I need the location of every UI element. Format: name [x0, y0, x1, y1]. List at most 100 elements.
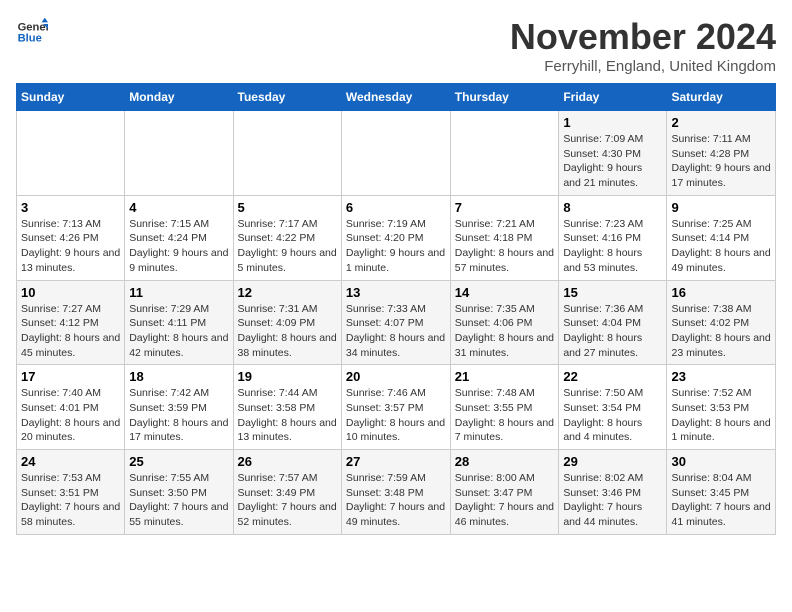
day-info: Sunrise: 7:50 AM Sunset: 3:54 PM Dayligh… [563, 386, 662, 445]
calendar-cell: 5 Sunrise: 7:17 AM Sunset: 4:22 PM Daylig… [233, 195, 341, 280]
calendar-cell: 25Sunrise: 7:55 AM Sunset: 3:50 PM Dayli… [125, 450, 233, 535]
day-number: 19 [238, 369, 337, 384]
day-number: 21 [455, 369, 555, 384]
calendar-cell: 21Sunrise: 7:48 AM Sunset: 3:55 PM Dayli… [450, 365, 559, 450]
day-number: 7 [455, 200, 555, 215]
calendar-cell: 6 Sunrise: 7:19 AM Sunset: 4:20 PM Daylig… [341, 195, 450, 280]
calendar-cell: 11 Sunrise: 7:29 AM Sunset: 4:11 PM Dayli… [125, 280, 233, 365]
day-info: Sunrise: 7:25 AM Sunset: 4:14 PM Dayligh… [671, 217, 771, 276]
calendar-cell: 19Sunrise: 7:44 AM Sunset: 3:58 PM Dayli… [233, 365, 341, 450]
day-number: 22 [563, 369, 662, 384]
header-sunday: Sunday [17, 84, 125, 111]
calendar-cell: 30 Sunrise: 8:04 AM Sunset: 3:45 PM Dayli… [667, 450, 776, 535]
day-info: Sunrise: 7:42 AM Sunset: 3:59 PM Dayligh… [129, 386, 228, 445]
calendar-cell: 8Sunrise: 7:23 AM Sunset: 4:16 PM Daylig… [559, 195, 667, 280]
calendar-cell: 22 Sunrise: 7:50 AM Sunset: 3:54 PM Dayli… [559, 365, 667, 450]
day-number: 29 [563, 454, 662, 469]
day-number: 18 [129, 369, 228, 384]
calendar-cell: 2 Sunrise: 7:11 AM Sunset: 4:28 PM Daylig… [667, 111, 776, 196]
day-number: 28 [455, 454, 555, 469]
day-info: Sunrise: 7:33 AM Sunset: 4:07 PM Dayligh… [346, 302, 446, 361]
day-number: 6 [346, 200, 446, 215]
day-number: 9 [671, 200, 771, 215]
day-number: 4 [129, 200, 228, 215]
calendar-cell [125, 111, 233, 196]
day-number: 30 [671, 454, 771, 469]
calendar-cell: 17Sunrise: 7:40 AM Sunset: 4:01 PM Dayli… [17, 365, 125, 450]
calendar-cell: 24 Sunrise: 7:53 AM Sunset: 3:51 PM Dayli… [17, 450, 125, 535]
day-info: Sunrise: 7:36 AM Sunset: 4:04 PM Dayligh… [563, 302, 662, 361]
page-header: General Blue November 2024 Ferryhill, En… [16, 16, 776, 75]
day-info: Sunrise: 7:46 AM Sunset: 3:57 PM Dayligh… [346, 386, 446, 445]
calendar-cell: 18 Sunrise: 7:42 AM Sunset: 3:59 PM Dayli… [125, 365, 233, 450]
day-info: Sunrise: 8:04 AM Sunset: 3:45 PM Dayligh… [671, 471, 771, 530]
calendar-cell: 13 Sunrise: 7:33 AM Sunset: 4:07 PM Dayli… [341, 280, 450, 365]
calendar-cell: 27 Sunrise: 7:59 AM Sunset: 3:48 PM Dayli… [341, 450, 450, 535]
day-number: 10 [21, 285, 120, 300]
day-info: Sunrise: 7:38 AM Sunset: 4:02 PM Dayligh… [671, 302, 771, 361]
day-info: Sunrise: 8:02 AM Sunset: 3:46 PM Dayligh… [563, 471, 662, 530]
day-number: 2 [671, 115, 771, 130]
day-info: Sunrise: 7:52 AM Sunset: 3:53 PM Dayligh… [671, 386, 771, 445]
calendar-cell [233, 111, 341, 196]
day-info: Sunrise: 7:09 AM Sunset: 4:30 PM Dayligh… [563, 132, 662, 191]
calendar-week-1: 1 Sunrise: 7:09 AM Sunset: 4:30 PM Daylig… [17, 111, 776, 196]
calendar-cell: 7 Sunrise: 7:21 AM Sunset: 4:18 PM Daylig… [450, 195, 559, 280]
calendar-cell: 26Sunrise: 7:57 AM Sunset: 3:49 PM Dayli… [233, 450, 341, 535]
calendar-cell [17, 111, 125, 196]
logo: General Blue [16, 16, 48, 48]
calendar-cell: 15Sunrise: 7:36 AM Sunset: 4:04 PM Dayli… [559, 280, 667, 365]
calendar-cell: 29 Sunrise: 8:02 AM Sunset: 3:46 PM Dayli… [559, 450, 667, 535]
day-info: Sunrise: 7:23 AM Sunset: 4:16 PM Dayligh… [563, 217, 662, 276]
day-info: Sunrise: 7:13 AM Sunset: 4:26 PM Dayligh… [21, 217, 120, 276]
calendar-cell [341, 111, 450, 196]
calendar-cell: 10 Sunrise: 7:27 AM Sunset: 4:12 PM Dayli… [17, 280, 125, 365]
calendar-week-3: 10 Sunrise: 7:27 AM Sunset: 4:12 PM Dayli… [17, 280, 776, 365]
day-info: Sunrise: 7:17 AM Sunset: 4:22 PM Dayligh… [238, 217, 337, 276]
calendar-table: Sunday Monday Tuesday Wednesday Thursday… [16, 83, 776, 535]
day-info: Sunrise: 7:27 AM Sunset: 4:12 PM Dayligh… [21, 302, 120, 361]
day-number: 5 [238, 200, 337, 215]
header-thursday: Thursday [450, 84, 559, 111]
calendar-cell: 1 Sunrise: 7:09 AM Sunset: 4:30 PM Daylig… [559, 111, 667, 196]
day-number: 13 [346, 285, 446, 300]
day-info: Sunrise: 7:35 AM Sunset: 4:06 PM Dayligh… [455, 302, 555, 361]
calendar-cell: 28Sunrise: 8:00 AM Sunset: 3:47 PM Dayli… [450, 450, 559, 535]
day-info: Sunrise: 7:29 AM Sunset: 4:11 PM Dayligh… [129, 302, 228, 361]
header-row: Sunday Monday Tuesday Wednesday Thursday… [17, 84, 776, 111]
day-number: 12 [238, 285, 337, 300]
calendar-cell: 9 Sunrise: 7:25 AM Sunset: 4:14 PM Daylig… [667, 195, 776, 280]
calendar-week-4: 17Sunrise: 7:40 AM Sunset: 4:01 PM Dayli… [17, 365, 776, 450]
calendar-cell [450, 111, 559, 196]
day-number: 1 [563, 115, 662, 130]
calendar-cell: 16 Sunrise: 7:38 AM Sunset: 4:02 PM Dayli… [667, 280, 776, 365]
day-info: Sunrise: 7:59 AM Sunset: 3:48 PM Dayligh… [346, 471, 446, 530]
day-number: 16 [671, 285, 771, 300]
day-info: Sunrise: 7:11 AM Sunset: 4:28 PM Dayligh… [671, 132, 771, 191]
day-number: 3 [21, 200, 120, 215]
day-info: Sunrise: 7:19 AM Sunset: 4:20 PM Dayligh… [346, 217, 446, 276]
day-number: 14 [455, 285, 555, 300]
calendar-header: Sunday Monday Tuesday Wednesday Thursday… [17, 84, 776, 111]
calendar-week-2: 3 Sunrise: 7:13 AM Sunset: 4:26 PM Daylig… [17, 195, 776, 280]
day-info: Sunrise: 7:55 AM Sunset: 3:50 PM Dayligh… [129, 471, 228, 530]
location: Ferryhill, England, United Kingdom [510, 58, 776, 75]
day-number: 23 [671, 369, 771, 384]
header-monday: Monday [125, 84, 233, 111]
calendar-body: 1 Sunrise: 7:09 AM Sunset: 4:30 PM Daylig… [17, 111, 776, 535]
day-number: 27 [346, 454, 446, 469]
day-number: 26 [238, 454, 337, 469]
calendar-cell: 20Sunrise: 7:46 AM Sunset: 3:57 PM Dayli… [341, 365, 450, 450]
title-area: November 2024 Ferryhill, England, United… [510, 16, 776, 75]
day-number: 24 [21, 454, 120, 469]
day-number: 11 [129, 285, 228, 300]
day-info: Sunrise: 7:31 AM Sunset: 4:09 PM Dayligh… [238, 302, 337, 361]
header-friday: Friday [559, 84, 667, 111]
calendar-cell: 23 Sunrise: 7:52 AM Sunset: 3:53 PM Dayli… [667, 365, 776, 450]
logo-icon: General Blue [16, 16, 48, 48]
day-info: Sunrise: 7:21 AM Sunset: 4:18 PM Dayligh… [455, 217, 555, 276]
header-wednesday: Wednesday [341, 84, 450, 111]
day-info: Sunrise: 7:53 AM Sunset: 3:51 PM Dayligh… [21, 471, 120, 530]
day-number: 17 [21, 369, 120, 384]
month-title: November 2024 [510, 16, 776, 58]
